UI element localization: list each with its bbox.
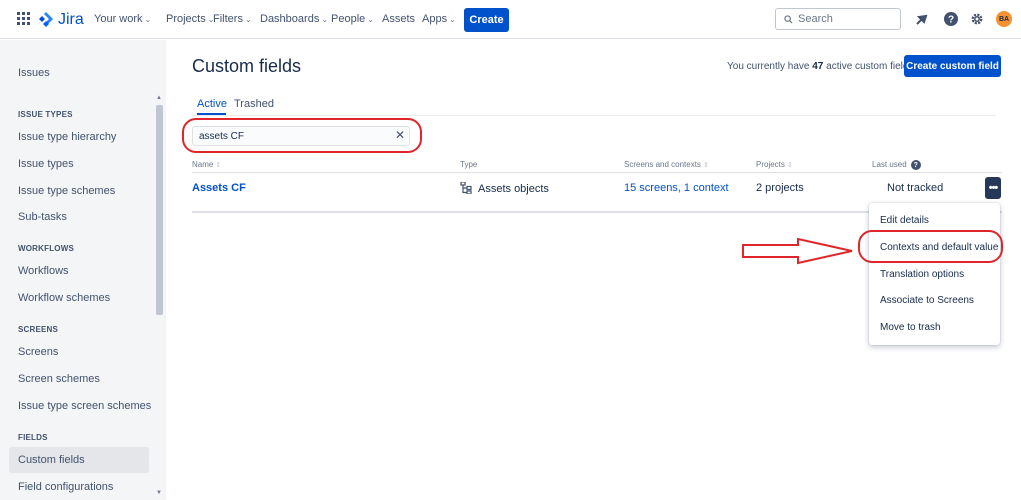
- menu-item-translation-options[interactable]: Translation options: [880, 269, 964, 280]
- settings-icon[interactable]: [968, 10, 986, 28]
- sidebar-item-issue-type-screen-schemes[interactable]: Issue type screen schemes: [18, 400, 151, 412]
- sidebar-item-workflows[interactable]: Workflows: [18, 265, 69, 277]
- section-heading-workflows: WORKFLOWS: [18, 244, 75, 253]
- column-header-name-label: Name: [192, 160, 214, 169]
- chevron-down-icon: ⌄: [449, 15, 456, 24]
- column-header-name[interactable]: Name ⇕: [192, 160, 221, 169]
- column-header-projects[interactable]: Projects ⇕: [756, 160, 793, 169]
- menu-item-edit-details[interactable]: Edit details: [880, 215, 929, 226]
- jira-logo-icon: [39, 12, 53, 27]
- create-custom-field-button[interactable]: Create custom field: [904, 55, 1001, 77]
- sidebar: Issues ISSUE TYPES Issue type hierarchy …: [0, 40, 166, 500]
- nav-assets-label: Assets: [382, 13, 416, 25]
- sidebar-item-screen-schemes[interactable]: Screen schemes: [18, 373, 100, 385]
- help-icon[interactable]: ?: [942, 10, 960, 28]
- nav-people-label: People: [331, 13, 366, 25]
- sort-icon: ⇕: [215, 162, 222, 169]
- nav-dashboards[interactable]: Dashboards ⌄: [260, 13, 328, 25]
- jira-logo[interactable]: Jira: [38, 10, 84, 30]
- last-used-value: Not tracked: [887, 182, 944, 194]
- search-input[interactable]: Search: [775, 8, 901, 30]
- scroll-down-icon[interactable]: ▼: [156, 490, 162, 496]
- menu-item-associate-screens[interactable]: Associate to Screens: [880, 295, 974, 306]
- more-actions-button[interactable]: •••: [985, 177, 1001, 199]
- sidebar-item-custom-fields[interactable]: Custom fields: [18, 454, 85, 466]
- avatar[interactable]: BA: [996, 11, 1012, 27]
- nav-dashboards-label: Dashboards: [260, 13, 320, 25]
- tab-active-indicator: [197, 113, 226, 115]
- sort-icon: ⇕: [702, 162, 709, 169]
- nav-your-work[interactable]: Your work ⌄: [94, 13, 151, 25]
- actions-menu: Edit details Contexts and default value …: [869, 203, 1000, 345]
- sidebar-scrollbar[interactable]: ▲ ▼: [155, 95, 164, 500]
- nav-apps-label: Apps: [422, 13, 448, 25]
- chevron-down-icon: ⌄: [144, 15, 152, 24]
- active-info-suffix: active custom fields: [823, 61, 914, 72]
- field-name-link[interactable]: Assets CF: [192, 182, 246, 194]
- create-button[interactable]: Create: [464, 8, 509, 32]
- tab-trashed[interactable]: Trashed: [234, 98, 274, 110]
- active-info-prefix: You currently have: [727, 61, 813, 72]
- sidebar-title: Issues: [18, 67, 50, 79]
- column-header-screens-label: Screens and contexts: [624, 160, 701, 169]
- annotation-oval-filter: [182, 118, 422, 153]
- page-title: Custom fields: [192, 56, 302, 76]
- field-type: Assets objects: [460, 181, 549, 195]
- column-header-type: Type: [460, 160, 477, 169]
- nav-apps[interactable]: Apps ⌄: [422, 13, 456, 25]
- table-header-divider: [192, 172, 1002, 173]
- jira-logo-text: Jira: [58, 11, 84, 28]
- svg-text:?: ?: [948, 15, 954, 26]
- sidebar-item-issue-type-schemes[interactable]: Issue type schemes: [18, 185, 115, 197]
- sort-icon: ⇕: [786, 162, 793, 169]
- active-info-count: 47: [812, 61, 824, 72]
- nav-filters-label: Filters: [213, 13, 243, 25]
- sidebar-item-issue-types[interactable]: Issue types: [18, 158, 74, 170]
- sidebar-item-issue-type-hierarchy[interactable]: Issue type hierarchy: [18, 131, 116, 143]
- tab-active[interactable]: Active: [197, 98, 227, 110]
- column-header-projects-label: Projects: [756, 160, 785, 169]
- search-placeholder: Search: [798, 13, 833, 25]
- section-heading-screens: SCREENS: [18, 325, 59, 334]
- nav-your-work-label: Your work: [94, 13, 143, 25]
- nav-assets[interactable]: Assets: [382, 13, 415, 25]
- app-switcher-icon[interactable]: [17, 12, 31, 26]
- scroll-up-icon[interactable]: ▲: [156, 95, 162, 101]
- nav-people[interactable]: People ⌄: [331, 13, 374, 25]
- column-header-last-used-label: Last used: [872, 160, 907, 170]
- nav-projects[interactable]: Projects ⌄: [166, 13, 214, 25]
- field-type-label: Assets objects: [478, 183, 549, 195]
- nav-projects-label: Projects: [166, 13, 206, 25]
- sidebar-item-field-configurations[interactable]: Field configurations: [18, 481, 113, 493]
- menu-item-move-to-trash[interactable]: Move to trash: [880, 322, 941, 333]
- sidebar-item-workflow-schemes[interactable]: Workflow schemes: [18, 292, 110, 304]
- section-heading-issue-types: ISSUE TYPES: [18, 110, 73, 119]
- search-icon: [784, 14, 793, 24]
- sidebar-item-sub-tasks[interactable]: Sub-tasks: [18, 211, 67, 223]
- notifications-icon[interactable]: [913, 10, 931, 28]
- info-icon[interactable]: ?: [910, 160, 921, 170]
- tabs-divider: [192, 115, 996, 116]
- assets-objects-icon: [460, 181, 472, 195]
- projects-value: 2 projects: [756, 182, 804, 194]
- top-navigation: Jira Your work ⌄ Projects ⌄ Filters ⌄ Dashb…: [0, 0, 1021, 39]
- column-header-last-used: Last used?: [872, 160, 921, 170]
- chevron-down-icon: ⌄: [367, 15, 374, 24]
- chevron-down-icon: ⌄: [321, 15, 329, 24]
- section-heading-fields: FIELDS: [18, 433, 48, 442]
- nav-filters[interactable]: Filters ⌄: [213, 13, 252, 25]
- screens-contexts-link[interactable]: 15 screens, 1 context: [624, 182, 729, 194]
- column-header-type-label: Type: [460, 160, 478, 169]
- scroll-thumb[interactable]: [156, 105, 163, 315]
- annotation-oval-menu: [858, 230, 1003, 263]
- chevron-down-icon: ⌄: [244, 15, 252, 24]
- sidebar-item-screens[interactable]: Screens: [18, 346, 58, 358]
- active-fields-info: You currently have 47 active custom fiel…: [727, 61, 913, 72]
- annotation-arrow: [742, 237, 853, 265]
- column-header-screens[interactable]: Screens and contexts ⇕: [624, 160, 709, 169]
